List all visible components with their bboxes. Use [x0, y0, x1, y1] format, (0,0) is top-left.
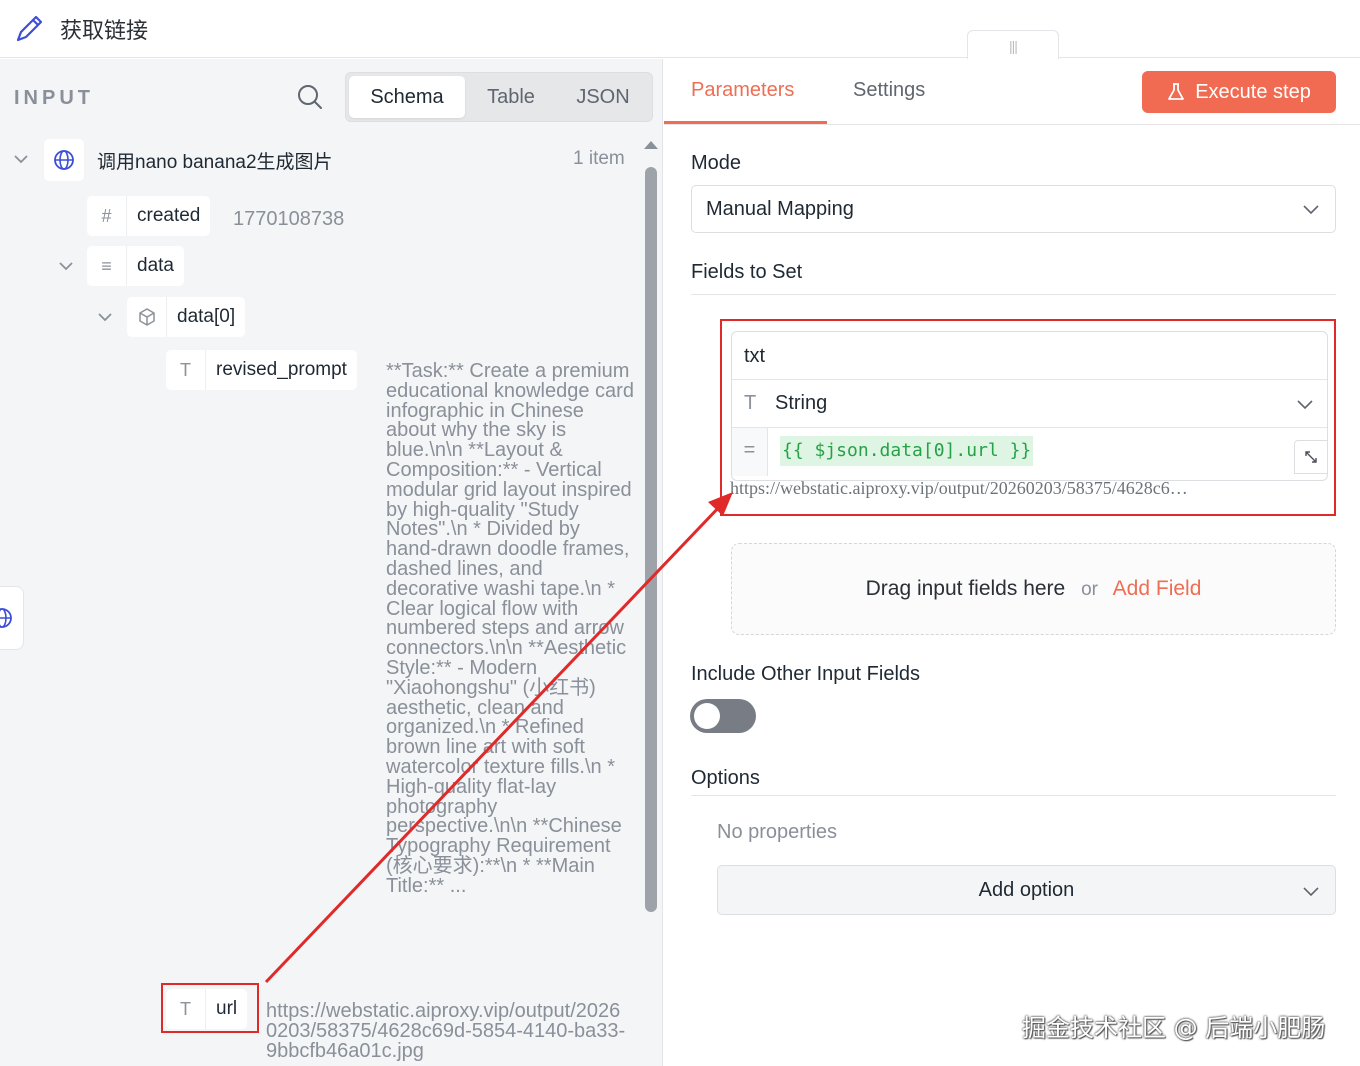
- number-type-icon: #: [87, 196, 127, 236]
- field-value-created: 1770108738: [233, 208, 345, 230]
- list-type-icon: ≡: [87, 246, 127, 286]
- mode-label: Mode: [691, 152, 742, 174]
- annotation-box-field: [720, 319, 1336, 516]
- mode-select[interactable]: Manual Mapping: [691, 185, 1336, 233]
- pencil-icon[interactable]: [14, 12, 46, 44]
- annotation-box-url: [161, 983, 259, 1033]
- view-option-json[interactable]: JSON: [558, 76, 648, 118]
- chevron-down-icon: [1303, 205, 1319, 215]
- field-label: created: [137, 205, 201, 226]
- node-header: 获取链接: [0, 0, 1360, 58]
- field-pill-data0[interactable]: data[0]: [127, 297, 246, 337]
- input-panel: INPUT Schema Table JSON 调用nano banana2生成…: [0, 59, 663, 1066]
- node-icon: [44, 139, 84, 181]
- mode-value: Manual Mapping: [706, 198, 854, 220]
- add-option-select[interactable]: Add option: [717, 865, 1336, 915]
- item-count: 1 item: [573, 148, 625, 169]
- text-type-icon: T: [166, 350, 206, 390]
- watermark: 掘金技术社区 @ 后端小肥肠: [1022, 1014, 1326, 1042]
- flask-icon: [1168, 83, 1185, 100]
- globe-icon: [54, 150, 74, 170]
- tab-parameters[interactable]: Parameters: [691, 79, 794, 102]
- add-field-link[interactable]: Add Field: [1113, 577, 1202, 600]
- drop-zone-or: or: [1081, 579, 1098, 600]
- view-option-schema[interactable]: Schema: [349, 76, 465, 118]
- tab-settings[interactable]: Settings: [853, 79, 925, 102]
- globe-icon: [0, 608, 12, 628]
- scroll-up-arrow[interactable]: [644, 141, 658, 149]
- node-title[interactable]: 获取链接: [60, 13, 148, 45]
- no-properties-text: No properties: [717, 821, 838, 843]
- panel-drag-handle[interactable]: |||: [967, 30, 1059, 60]
- execute-step-label: Execute step: [1195, 80, 1311, 103]
- chevron-down-icon[interactable]: [96, 308, 114, 326]
- view-option-table[interactable]: Table: [466, 76, 556, 118]
- drop-zone-text: Drag input fields here: [865, 577, 1066, 600]
- view-switcher: Schema Table JSON: [345, 72, 653, 122]
- field-label: data: [137, 255, 174, 276]
- section-divider: [691, 795, 1336, 796]
- parameters-panel: Parameters Settings Execute step Mode Ma…: [664, 59, 1360, 1066]
- collapsed-node-tab[interactable]: [0, 586, 24, 650]
- chevron-down-icon[interactable]: [12, 150, 30, 168]
- include-other-toggle[interactable]: [690, 699, 756, 733]
- fields-to-set-label: Fields to Set: [691, 261, 803, 283]
- drop-zone[interactable]: Drag input fields here or Add Field: [731, 543, 1336, 635]
- field-pill-data[interactable]: ≡ data: [87, 246, 184, 286]
- execute-step-button[interactable]: Execute step: [1142, 71, 1336, 113]
- field-label: revised_prompt: [216, 359, 347, 380]
- node-name: 调用nano banana2生成图片: [97, 152, 333, 173]
- chevron-down-icon: [1303, 887, 1319, 897]
- options-label: Options: [691, 767, 760, 789]
- scrollbar-thumb[interactable]: [645, 167, 657, 912]
- tabs-divider: [664, 124, 1360, 125]
- object-cube-icon: [127, 297, 167, 337]
- app-root: 获取链接 ||| INPUT Schema Table JSON 调用nano …: [0, 0, 1360, 1066]
- field-label: data[0]: [177, 306, 236, 327]
- input-panel-label: INPUT: [14, 87, 94, 109]
- search-icon[interactable]: [294, 81, 326, 113]
- section-divider: [691, 294, 1336, 295]
- field-pill-created[interactable]: # created: [87, 196, 211, 236]
- field-value-url: https://webstatic.aiproxy.vip/output/202…: [266, 1000, 626, 1062]
- toggle-knob: [694, 703, 720, 729]
- field-pill-revised-prompt[interactable]: T revised_prompt: [166, 350, 357, 390]
- field-value-revised-prompt: **Task:** Create a premium educational k…: [386, 360, 640, 897]
- include-other-label: Include Other Input Fields: [691, 663, 921, 685]
- add-option-label: Add option: [978, 879, 1075, 901]
- chevron-down-icon[interactable]: [57, 257, 75, 275]
